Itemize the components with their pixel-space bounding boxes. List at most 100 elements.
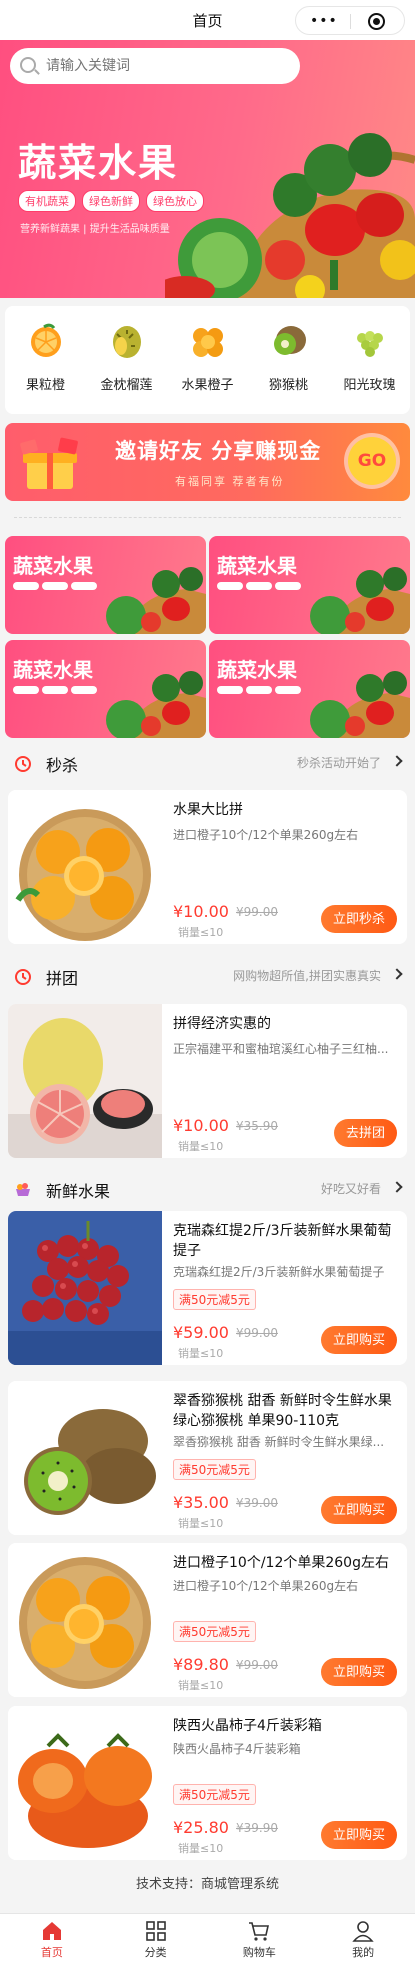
clock-icon [15, 756, 31, 772]
clock-icon [15, 969, 31, 985]
category-item[interactable]: 金枕榴莲 [92, 320, 162, 414]
category-label: 果粒橙 [25, 378, 65, 393]
coupon-badge: 满50元减5元 [173, 1459, 256, 1480]
fruit-basket-icon [16, 1183, 30, 1196]
product-card[interactable]: 拼得经济实惠的 正宗福建平和蜜柚琯溪红心柚子三红柚... ¥10.00 ¥35.… [8, 1004, 407, 1158]
vegetable-basket-image [106, 671, 206, 738]
product-sales: 销量≤10 [178, 1842, 224, 1855]
kiwi-image [8, 1381, 162, 1535]
product-price: ¥25.80 [173, 1818, 229, 1837]
category-label: 阳光玫瑰 [343, 378, 396, 393]
pomelo-image [8, 1004, 162, 1158]
product-card[interactable]: 水果大比拼 进口橙子10个/12个单果260g左右 ¥10.00 ¥99.00 … [8, 790, 407, 944]
promo-banner[interactable]: 蔬菜水果 [209, 640, 410, 738]
close-program-icon[interactable] [368, 13, 385, 30]
product-name: 进口橙子10个/12个单果260g左右 [173, 1555, 389, 1571]
invite-friends-banner[interactable]: 邀请好友 分享赚现金 有福同享 荐者有份 GO [5, 423, 410, 501]
product-original-price: ¥99.00 [236, 905, 278, 919]
product-price: ¥35.00 [173, 1493, 229, 1512]
gift-icon [20, 437, 78, 489]
product-name: 水果大比拼 [173, 802, 243, 818]
promo-title: 蔬菜水果 [217, 554, 297, 578]
product-subtitle: 翠香猕猴桃 甜香 新鲜时令生鲜水果绿... [173, 1435, 385, 1449]
section-title: 秒杀 [46, 756, 79, 775]
bottom-tab-bar: 首页 分类 购物车 我的 [0, 1913, 415, 1964]
product-name: 翠香猕猴桃 甜香 新鲜时令生鲜水果绿心猕猴桃 单果90-110克 [173, 1393, 392, 1429]
product-card[interactable]: 陕西火晶柿子4斤装彩箱 陕西火晶柿子4斤装彩箱 满50元减5元 ¥25.80 ¥… [8, 1706, 407, 1860]
buy-now-button[interactable]: 立即购买 [320, 1326, 397, 1354]
more-icon[interactable]: ••• [310, 14, 338, 28]
seckill-button[interactable]: 立即秒杀 [320, 905, 397, 933]
group-buy-button[interactable]: 去拼团 [333, 1119, 397, 1147]
vegetable-basket-image [106, 567, 206, 634]
go-button[interactable]: GO [348, 437, 396, 485]
buy-now-button[interactable]: 立即购买 [320, 1658, 397, 1686]
product-subtitle: 克瑞森红提2斤/3斤装新鲜水果葡萄提子 [173, 1265, 385, 1279]
buy-now-button[interactable]: 立即购买 [320, 1821, 397, 1849]
buy-now-button[interactable]: 立即购买 [320, 1496, 397, 1524]
red-grapes-image [8, 1211, 162, 1365]
invite-title: 邀请好友 分享赚现金 [115, 439, 322, 463]
tab-label: 分类 [144, 1946, 167, 1959]
product-price: ¥89.80 [173, 1655, 229, 1674]
section-title: 新鲜水果 [46, 1182, 111, 1201]
orange-slice-icon [30, 323, 61, 357]
grape-icon [356, 331, 383, 357]
mini-program-capsule: ••• [295, 6, 405, 35]
tab-category[interactable]: 分类 [104, 1914, 208, 1964]
promo-banner[interactable]: 蔬菜水果 [209, 536, 410, 634]
promo-banner[interactable]: 蔬菜水果 [5, 536, 206, 634]
tab-label: 首页 [40, 1946, 63, 1959]
section-desc: 秒杀活动开始了 [296, 756, 381, 770]
search-input[interactable] [46, 48, 286, 84]
category-item[interactable]: 猕猴桃 [254, 320, 324, 414]
product-subtitle: 陕西火晶柿子4斤装彩箱 [173, 1742, 301, 1756]
promo-banner[interactable]: 蔬菜水果 [5, 640, 206, 738]
persimmon-image [8, 1706, 162, 1860]
fresh-section-header[interactable]: 新鲜水果 好吃又好看 [0, 1168, 415, 1208]
product-original-price: ¥99.00 [236, 1326, 278, 1340]
category-item[interactable]: 阳光玫瑰 [335, 320, 405, 414]
tab-label: 购物车 [242, 1946, 276, 1959]
promo-title: 蔬菜水果 [13, 658, 93, 682]
durian-icon [112, 326, 141, 358]
kiwi-icon [273, 326, 306, 355]
section-desc: 好吃又好看 [320, 1182, 381, 1196]
dashed-divider [14, 517, 401, 518]
product-price: ¥10.00 [173, 1116, 229, 1135]
product-original-price: ¥39.90 [236, 1821, 278, 1835]
product-sales: 销量≤10 [178, 926, 224, 939]
promo-tags [13, 686, 97, 694]
product-sales: 销量≤10 [178, 1517, 224, 1530]
promo-tags [13, 582, 97, 590]
search-icon [20, 57, 36, 73]
product-subtitle: 进口橙子10个/12个单果260g左右 [173, 1579, 359, 1593]
product-card[interactable]: 克瑞森红提2斤/3斤装新鲜水果葡萄提子 克瑞森红提2斤/3斤装新鲜水果葡萄提子 … [8, 1211, 407, 1365]
vegetable-basket-image [165, 133, 415, 298]
chevron-right-icon [391, 1181, 403, 1193]
coupon-badge: 满50元减5元 [173, 1784, 256, 1805]
group-section-header[interactable]: 拼团 网购物超所值,拼团实惠真实 [0, 955, 415, 995]
oranges-basket-image [8, 1543, 162, 1697]
category-label: 水果橙子 [181, 378, 234, 393]
product-name: 陕西火晶柿子4斤装彩箱 [173, 1718, 322, 1734]
search-bar[interactable] [10, 48, 300, 84]
promo-tags [217, 582, 301, 590]
category-item[interactable]: 果粒橙 [11, 320, 81, 414]
seckill-section-header[interactable]: 秒杀 秒杀活动开始了 [0, 742, 415, 782]
section-desc: 网购物超所值,拼团实惠真实 [233, 969, 381, 983]
tab-home[interactable]: 首页 [0, 1914, 104, 1964]
promo-tags [217, 686, 301, 694]
hero-banner[interactable]: 蔬菜水果 有机蔬菜 绿色新鲜 绿色放心 营养新鲜蔬果 | 提升生活品味质量 [0, 40, 415, 298]
product-card[interactable]: 进口橙子10个/12个单果260g左右 进口橙子10个/12个单果260g左右 … [8, 1543, 407, 1697]
product-card[interactable]: 翠香猕猴桃 甜香 新鲜时令生鲜水果绿心猕猴桃 单果90-110克 翠香猕猴桃 甜… [8, 1381, 407, 1535]
product-price: ¥10.00 [173, 902, 229, 921]
product-original-price: ¥39.00 [236, 1496, 278, 1510]
product-sales: 销量≤10 [178, 1140, 224, 1153]
tab-mine[interactable]: 我的 [311, 1914, 415, 1964]
product-subtitle: 进口橙子10个/12个单果260g左右 [173, 828, 359, 842]
tab-cart[interactable]: 购物车 [208, 1914, 312, 1964]
chevron-right-icon [391, 755, 403, 767]
category-item[interactable]: 水果橙子 [173, 320, 243, 414]
tab-label: 我的 [352, 1946, 375, 1959]
